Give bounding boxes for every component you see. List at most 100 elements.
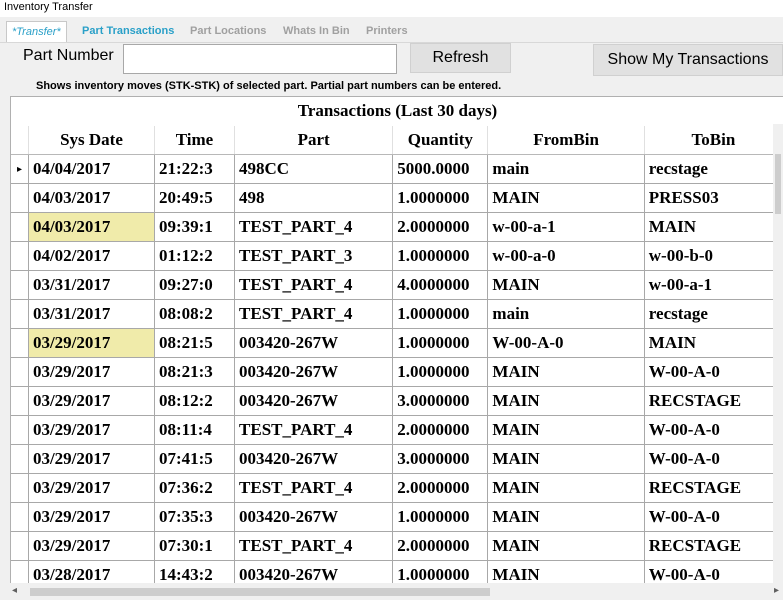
tab-transfer[interactable]: *Transfer*: [6, 21, 67, 42]
cell-to-bin[interactable]: MAIN: [644, 328, 783, 358]
cell-part[interactable]: TEST_PART_4: [234, 299, 394, 329]
cell-quantity[interactable]: 2.0000000: [392, 415, 489, 445]
cell-to-bin[interactable]: W-00-A-0: [644, 415, 783, 445]
cell-from-bin[interactable]: MAIN: [487, 415, 645, 445]
cell-part[interactable]: TEST_PART_4: [234, 212, 394, 242]
cell-to-bin[interactable]: PRESS03: [644, 183, 783, 213]
cell-quantity[interactable]: 3.0000000: [392, 444, 489, 474]
tab-whats-in-bin[interactable]: Whats In Bin: [283, 20, 350, 42]
cell-sys-date[interactable]: 04/03/2017: [28, 212, 155, 242]
part-number-input[interactable]: [123, 44, 397, 74]
show-my-transactions-button[interactable]: Show My Transactions: [593, 44, 783, 76]
cell-from-bin[interactable]: MAIN: [487, 473, 645, 503]
cell-quantity[interactable]: 1.0000000: [392, 328, 489, 358]
table-row[interactable]: 04/03/2017 09:39:1 TEST_PART_4 2.0000000 w-0…: [11, 212, 783, 242]
row-selector[interactable]: [11, 357, 29, 387]
cell-time[interactable]: 07:30:1: [154, 531, 236, 561]
table-row[interactable]: 03/29/2017 08:11:4 TEST_PART_4 2.0000000 MAI…: [11, 415, 783, 445]
cell-to-bin[interactable]: recstage: [644, 299, 783, 329]
cell-from-bin[interactable]: MAIN: [487, 357, 645, 387]
cell-sys-date[interactable]: 03/29/2017: [28, 531, 155, 561]
cell-from-bin[interactable]: MAIN: [487, 444, 645, 474]
cell-time[interactable]: 09:39:1: [154, 212, 236, 242]
cell-time[interactable]: 07:41:5: [154, 444, 236, 474]
cell-part[interactable]: 498CC: [234, 154, 394, 184]
cell-to-bin[interactable]: w-00-a-1: [644, 270, 783, 300]
table-row[interactable]: 04/03/2017 20:49:5 498 1.0000000 MAIN PRESS03: [11, 183, 783, 213]
cell-to-bin[interactable]: MAIN: [644, 212, 783, 242]
cell-from-bin[interactable]: W-00-A-0: [487, 328, 645, 358]
row-selector[interactable]: [11, 270, 29, 300]
column-header-quantity[interactable]: Quantity: [392, 126, 489, 155]
cell-time[interactable]: 21:22:3: [154, 154, 236, 184]
cell-sys-date[interactable]: 03/29/2017: [28, 473, 155, 503]
row-selector[interactable]: [11, 473, 29, 503]
table-row[interactable]: 04/02/2017 01:12:2 TEST_PART_3 1.0000000 w-0…: [11, 241, 783, 271]
cell-quantity[interactable]: 4.0000000: [392, 270, 489, 300]
cell-quantity[interactable]: 1.0000000: [392, 502, 489, 532]
cell-quantity[interactable]: 2.0000000: [392, 473, 489, 503]
cell-sys-date[interactable]: 03/31/2017: [28, 270, 155, 300]
table-row[interactable]: 03/29/2017 08:12:2 003420-267W 3.0000000 MAI…: [11, 386, 783, 416]
cell-sys-date[interactable]: 03/29/2017: [28, 328, 155, 358]
cell-from-bin[interactable]: main: [487, 154, 645, 184]
column-header-time[interactable]: Time: [154, 126, 236, 155]
row-selector[interactable]: ▸: [11, 154, 29, 184]
row-selector[interactable]: [11, 415, 29, 445]
horizontal-scrollbar[interactable]: ◂ ▸: [10, 583, 783, 600]
cell-to-bin[interactable]: RECSTAGE: [644, 531, 783, 561]
cell-to-bin[interactable]: w-00-b-0: [644, 241, 783, 271]
table-row[interactable]: 03/29/2017 07:30:1 TEST_PART_4 2.0000000 MAI…: [11, 531, 783, 561]
cell-part[interactable]: TEST_PART_4: [234, 531, 394, 561]
cell-quantity[interactable]: 1.0000000: [392, 357, 489, 387]
cell-part[interactable]: TEST_PART_4: [234, 415, 394, 445]
cell-time[interactable]: 07:36:2: [154, 473, 236, 503]
column-header-part[interactable]: Part: [234, 126, 394, 155]
cell-time[interactable]: 08:11:4: [154, 415, 236, 445]
cell-part[interactable]: 003420-267W: [234, 502, 394, 532]
cell-to-bin[interactable]: recstage: [644, 154, 783, 184]
cell-time[interactable]: 20:49:5: [154, 183, 236, 213]
table-row[interactable]: 03/29/2017 08:21:5 003420-267W 1.0000000 W-0…: [11, 328, 783, 358]
cell-part[interactable]: 003420-267W: [234, 444, 394, 474]
row-selector[interactable]: [11, 299, 29, 329]
cell-sys-date[interactable]: 04/04/2017: [28, 154, 155, 184]
row-selector[interactable]: [11, 241, 29, 271]
cell-from-bin[interactable]: MAIN: [487, 531, 645, 561]
cell-sys-date[interactable]: 03/31/2017: [28, 299, 155, 329]
cell-time[interactable]: 07:35:3: [154, 502, 236, 532]
column-header-from-bin[interactable]: FromBin: [487, 126, 645, 155]
cell-to-bin[interactable]: W-00-A-0: [644, 444, 783, 474]
cell-part[interactable]: TEST_PART_3: [234, 241, 394, 271]
cell-from-bin[interactable]: w-00-a-1: [487, 212, 645, 242]
cell-quantity[interactable]: 2.0000000: [392, 531, 489, 561]
row-selector[interactable]: [11, 212, 29, 242]
cell-part[interactable]: 003420-267W: [234, 386, 394, 416]
cell-to-bin[interactable]: RECSTAGE: [644, 386, 783, 416]
vertical-scrollbar[interactable]: [773, 124, 783, 584]
table-row[interactable]: 03/29/2017 07:35:3 003420-267W 1.0000000 MAI…: [11, 502, 783, 532]
row-selector[interactable]: [11, 328, 29, 358]
cell-to-bin[interactable]: RECSTAGE: [644, 473, 783, 503]
column-header-to-bin[interactable]: ToBin: [644, 126, 783, 155]
cell-quantity[interactable]: 1.0000000: [392, 183, 489, 213]
scroll-left-arrow-icon[interactable]: ◂: [12, 585, 17, 596]
row-selector[interactable]: [11, 531, 29, 561]
cell-time[interactable]: 08:21:5: [154, 328, 236, 358]
row-selector[interactable]: [11, 183, 29, 213]
table-row[interactable]: 03/31/2017 09:27:0 TEST_PART_4 4.0000000 MAI…: [11, 270, 783, 300]
column-header-sys-date[interactable]: Sys Date: [28, 126, 155, 155]
cell-sys-date[interactable]: 03/29/2017: [28, 386, 155, 416]
cell-part[interactable]: TEST_PART_4: [234, 270, 394, 300]
cell-time[interactable]: 08:12:2: [154, 386, 236, 416]
cell-to-bin[interactable]: W-00-A-0: [644, 357, 783, 387]
cell-sys-date[interactable]: 04/02/2017: [28, 241, 155, 271]
cell-part[interactable]: 003420-267W: [234, 328, 394, 358]
cell-part[interactable]: 498: [234, 183, 394, 213]
table-row[interactable]: 03/29/2017 07:41:5 003420-267W 3.0000000 MAI…: [11, 444, 783, 474]
cell-from-bin[interactable]: main: [487, 299, 645, 329]
table-row[interactable]: 03/31/2017 08:08:2 TEST_PART_4 1.0000000 mai…: [11, 299, 783, 329]
cell-time[interactable]: 08:08:2: [154, 299, 236, 329]
cell-quantity[interactable]: 1.0000000: [392, 299, 489, 329]
table-row[interactable]: ▸ 04/04/2017 21:22:3 498CC 5000.0000 main recs…: [11, 154, 783, 184]
